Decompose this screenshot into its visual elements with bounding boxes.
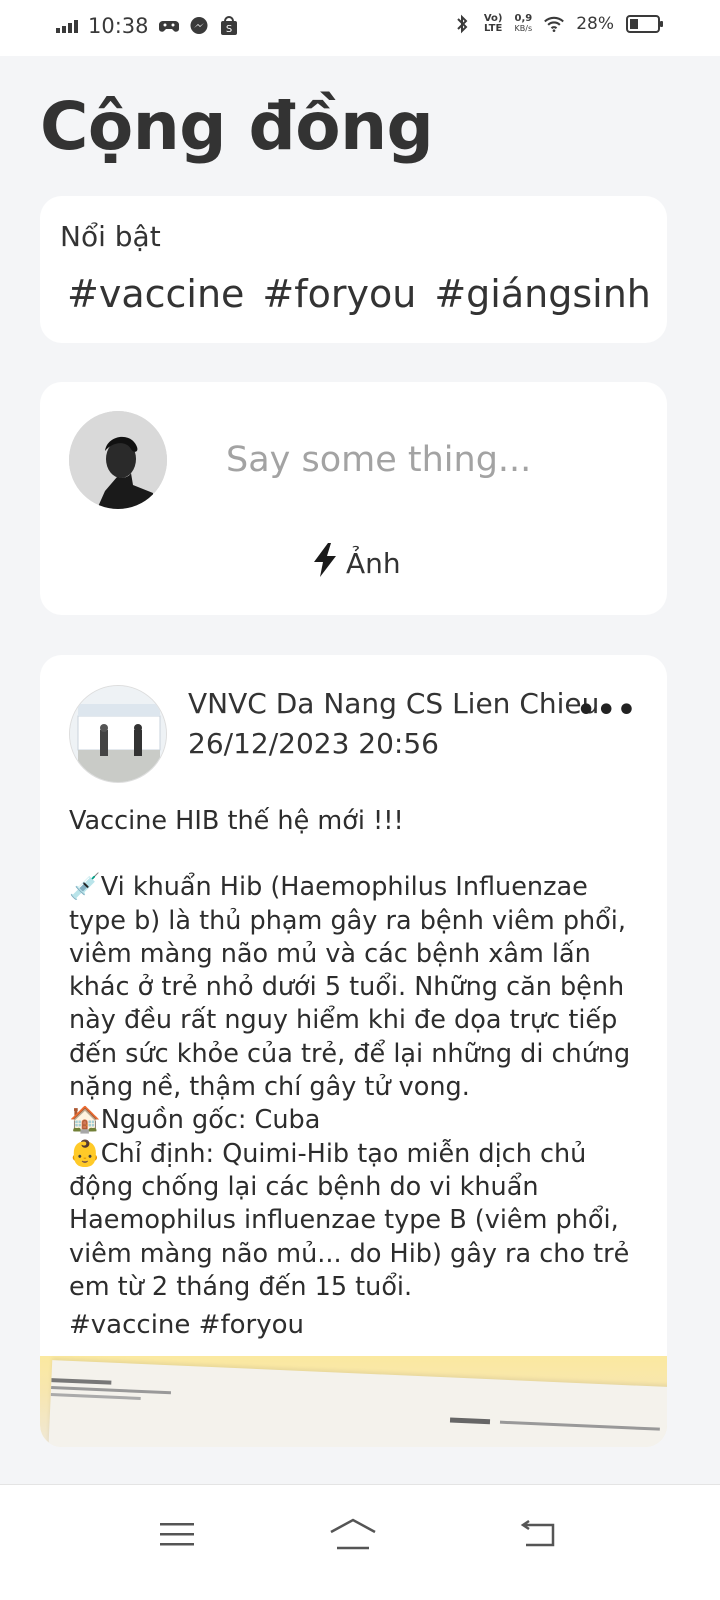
lte-label: LTE: [483, 23, 503, 34]
home-icon[interactable]: [323, 1509, 383, 1559]
battery-percent: 28%: [576, 14, 614, 34]
tag-giangsinh[interactable]: #giángsinh: [434, 272, 651, 316]
post-author[interactable]: VNVC Da Nang CS Lien Chieu: [188, 687, 599, 720]
post-composer: Say some thing... Ảnh: [40, 382, 667, 615]
menu-icon[interactable]: [147, 1509, 207, 1559]
featured-label: Nổi bật: [60, 220, 161, 253]
tag-vaccine[interactable]: #vaccine: [67, 272, 244, 316]
post-hashtags[interactable]: #vaccine #foryou: [69, 1310, 304, 1340]
post-paragraph-1: 💉Vi khuẩn Hib (Haemophilus Influenzae ty…: [69, 872, 631, 1103]
post-card: VNVC Da Nang CS Lien Chieu 26/12/2023 20…: [40, 655, 667, 1447]
shopee-icon: S: [219, 16, 239, 36]
vaccine-box-photo: [48, 1360, 667, 1447]
featured-card: Nổi bật #vaccine #foryou #giángsinh: [40, 196, 667, 343]
messenger-icon: [189, 16, 209, 36]
wifi-icon: [544, 14, 565, 34]
back-icon[interactable]: [508, 1509, 568, 1559]
featured-tags: #vaccine #foryou #giángsinh: [67, 272, 651, 316]
network-speed: 0,9 KB/s: [514, 14, 532, 34]
bluetooth-icon: [452, 14, 472, 34]
tag-foryou[interactable]: #foryou: [262, 272, 416, 316]
post-image[interactable]: [40, 1356, 667, 1447]
svg-text:S: S: [225, 24, 231, 35]
more-options-icon[interactable]: •••: [576, 693, 637, 728]
post-timestamp: 26/12/2023 20:56: [188, 727, 439, 760]
author-avatar[interactable]: [69, 685, 167, 783]
page-title: Cộng đồng: [40, 88, 434, 165]
game-controller-icon: [158, 16, 179, 36]
add-photo-button[interactable]: Ảnh: [312, 542, 401, 585]
add-photo-label: Ảnh: [346, 547, 401, 580]
network-speed-unit: KB/s: [514, 24, 533, 33]
battery-icon: [626, 15, 663, 33]
user-avatar[interactable]: [69, 411, 167, 509]
system-nav-bar: [0, 1484, 720, 1600]
status-time: 10:38: [88, 14, 149, 38]
status-bar: 10:38 S Vo) LTE 0,9 KB/s 28%: [0, 0, 720, 56]
post-body: Vaccine HIB thế hệ mới !!! 💉Vi khuẩn Hib…: [69, 805, 649, 1304]
composer-input[interactable]: Say some thing...: [226, 440, 531, 480]
post-paragraph-3: 👶Chỉ định: Quimi-Hib tạo miễn dịch chủ đ…: [69, 1138, 630, 1302]
post-title: Vaccine HIB thế hệ mới !!!: [69, 806, 404, 836]
post-paragraph-2: 🏠Nguồn gốc: Cuba: [69, 1105, 321, 1136]
signal-icon: [56, 19, 78, 33]
volte-icon: Vo) LTE: [484, 14, 503, 34]
network-speed-value: 0,9: [514, 13, 533, 24]
lightning-icon: [312, 542, 338, 585]
